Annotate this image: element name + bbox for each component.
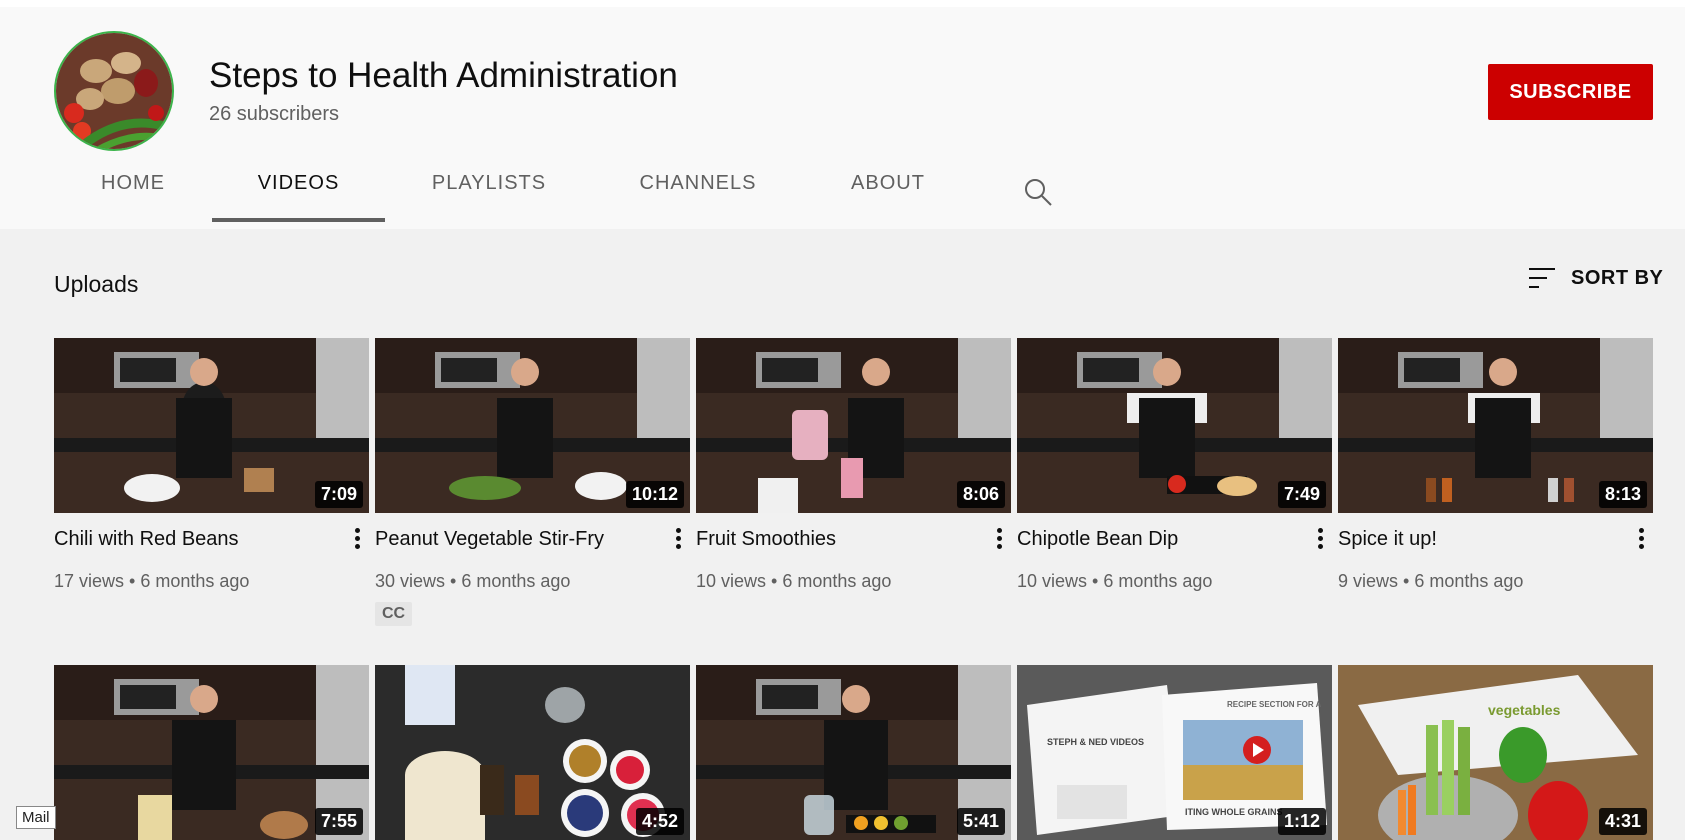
video-thumbnail[interactable]: 7:09 bbox=[54, 338, 369, 513]
more-options-icon[interactable] bbox=[1314, 526, 1326, 552]
subscriber-count: 26 subscribers bbox=[209, 103, 340, 125]
video-duration: 5:41 bbox=[956, 808, 1005, 835]
video-thumbnail[interactable]: 4:52 bbox=[375, 665, 690, 840]
video-thumbnail[interactable]: 7:55 bbox=[54, 665, 369, 840]
channel-avatar[interactable] bbox=[54, 31, 174, 151]
video-card[interactable]: 7:55 bbox=[54, 665, 369, 840]
view-count: 9 views bbox=[1338, 571, 1399, 591]
thumb-recipe: RECIPE SECTION FOR A bbox=[1227, 700, 1322, 709]
subscribe-button[interactable]: SUBSCRIBE bbox=[1488, 64, 1653, 120]
more-options-icon[interactable] bbox=[1635, 526, 1647, 552]
more-options-icon[interactable] bbox=[672, 526, 684, 552]
avatar-image bbox=[56, 33, 172, 149]
video-card[interactable]: STEPH & NED VIDEOS ITING WHOLE GRAINS RE… bbox=[1017, 665, 1332, 840]
video-duration: 8:06 bbox=[956, 481, 1005, 508]
more-options-icon[interactable] bbox=[993, 526, 1005, 552]
sort-icon bbox=[1529, 268, 1555, 288]
mail-tooltip: Mail bbox=[16, 806, 56, 829]
video-thumbnail[interactable]: 7:49 bbox=[1017, 338, 1332, 513]
video-thumbnail[interactable]: STEPH & NED VIDEOS ITING WHOLE GRAINS RE… bbox=[1017, 665, 1332, 840]
video-thumbnail[interactable]: 8:13 bbox=[1338, 338, 1653, 513]
video-duration: 4:52 bbox=[635, 808, 684, 835]
video-title[interactable]: Peanut Vegetable Stir-Fry bbox=[375, 528, 604, 551]
view-count: 10 views bbox=[1017, 571, 1088, 591]
sort-by-button[interactable]: SORT BY bbox=[1527, 266, 1663, 290]
tab-playlists[interactable]: PLAYLISTS bbox=[418, 160, 560, 222]
video-duration: 1:12 bbox=[1277, 808, 1326, 835]
video-duration: 10:12 bbox=[625, 481, 684, 508]
video-duration: 8:13 bbox=[1598, 481, 1647, 508]
video-title[interactable]: Chipotle Bean Dip bbox=[1017, 528, 1178, 551]
section-title: Uploads bbox=[54, 271, 139, 297]
video-card[interactable]: 4:52 bbox=[375, 665, 690, 840]
video-title[interactable]: Chili with Red Beans bbox=[54, 528, 239, 551]
sort-by-label: SORT BY bbox=[1571, 266, 1664, 289]
tab-about[interactable]: ABOUT bbox=[839, 160, 937, 222]
video-card[interactable]: 8:13 Spice it up! 9 views • 6 months ago bbox=[1338, 338, 1653, 591]
upload-age: 6 months ago bbox=[140, 571, 250, 591]
video-meta: 30 views • 6 months ago bbox=[375, 571, 571, 591]
video-thumbnail[interactable]: vegetables 4:31 bbox=[1338, 665, 1653, 840]
video-thumbnail[interactable]: 8:06 bbox=[696, 338, 1011, 513]
video-thumbnail[interactable]: 5:41 bbox=[696, 665, 1011, 840]
channel-title: Steps to Health Administration bbox=[209, 56, 678, 95]
video-card[interactable]: 5:41 bbox=[696, 665, 1011, 840]
thumb-caption: ITING WHOLE GRAINS bbox=[1185, 807, 1283, 817]
tab-home[interactable]: HOME bbox=[84, 160, 182, 222]
video-title[interactable]: Fruit Smoothies bbox=[696, 528, 836, 551]
video-duration: 7:49 bbox=[1277, 481, 1326, 508]
view-count: 30 views bbox=[375, 571, 446, 591]
video-duration: 4:31 bbox=[1598, 808, 1647, 835]
video-meta: 10 views • 6 months ago bbox=[696, 571, 892, 591]
upload-age: 6 months ago bbox=[782, 571, 892, 591]
video-meta: 9 views • 6 months ago bbox=[1338, 571, 1524, 591]
tab-videos[interactable]: VIDEOS bbox=[212, 160, 385, 222]
thumb-heading: STEPH & NED VIDEOS bbox=[1047, 737, 1144, 747]
video-card[interactable]: 8:06 Fruit Smoothies 10 views • 6 months… bbox=[696, 338, 1011, 591]
view-count: 10 views bbox=[696, 571, 767, 591]
more-options-icon[interactable] bbox=[351, 526, 363, 552]
video-meta: 10 views • 6 months ago bbox=[1017, 571, 1213, 591]
upload-age: 6 months ago bbox=[1103, 571, 1213, 591]
channel-search-icon[interactable] bbox=[1022, 176, 1054, 208]
thumb-bag-text: vegetables bbox=[1488, 702, 1561, 718]
top-strip bbox=[0, 0, 1685, 7]
video-duration: 7:55 bbox=[314, 808, 363, 835]
video-meta: 17 views • 6 months ago bbox=[54, 571, 250, 591]
video-card[interactable]: 7:09 Chili with Red Beans 17 views • 6 m… bbox=[54, 338, 369, 591]
upload-age: 6 months ago bbox=[461, 571, 571, 591]
video-title[interactable]: Spice it up! bbox=[1338, 528, 1437, 551]
tab-channels[interactable]: CHANNELS bbox=[624, 160, 772, 222]
view-count: 17 views bbox=[54, 571, 125, 591]
video-thumbnail[interactable]: 10:12 bbox=[375, 338, 690, 513]
cc-badge: CC bbox=[375, 602, 413, 626]
video-card[interactable]: vegetables 4:31 bbox=[1338, 665, 1653, 840]
video-card[interactable]: 10:12 Peanut Vegetable Stir-Fry 30 views… bbox=[375, 338, 690, 626]
video-duration: 7:09 bbox=[314, 481, 363, 508]
upload-age: 6 months ago bbox=[1414, 571, 1524, 591]
video-card[interactable]: 7:49 Chipotle Bean Dip 10 views • 6 mont… bbox=[1017, 338, 1332, 591]
